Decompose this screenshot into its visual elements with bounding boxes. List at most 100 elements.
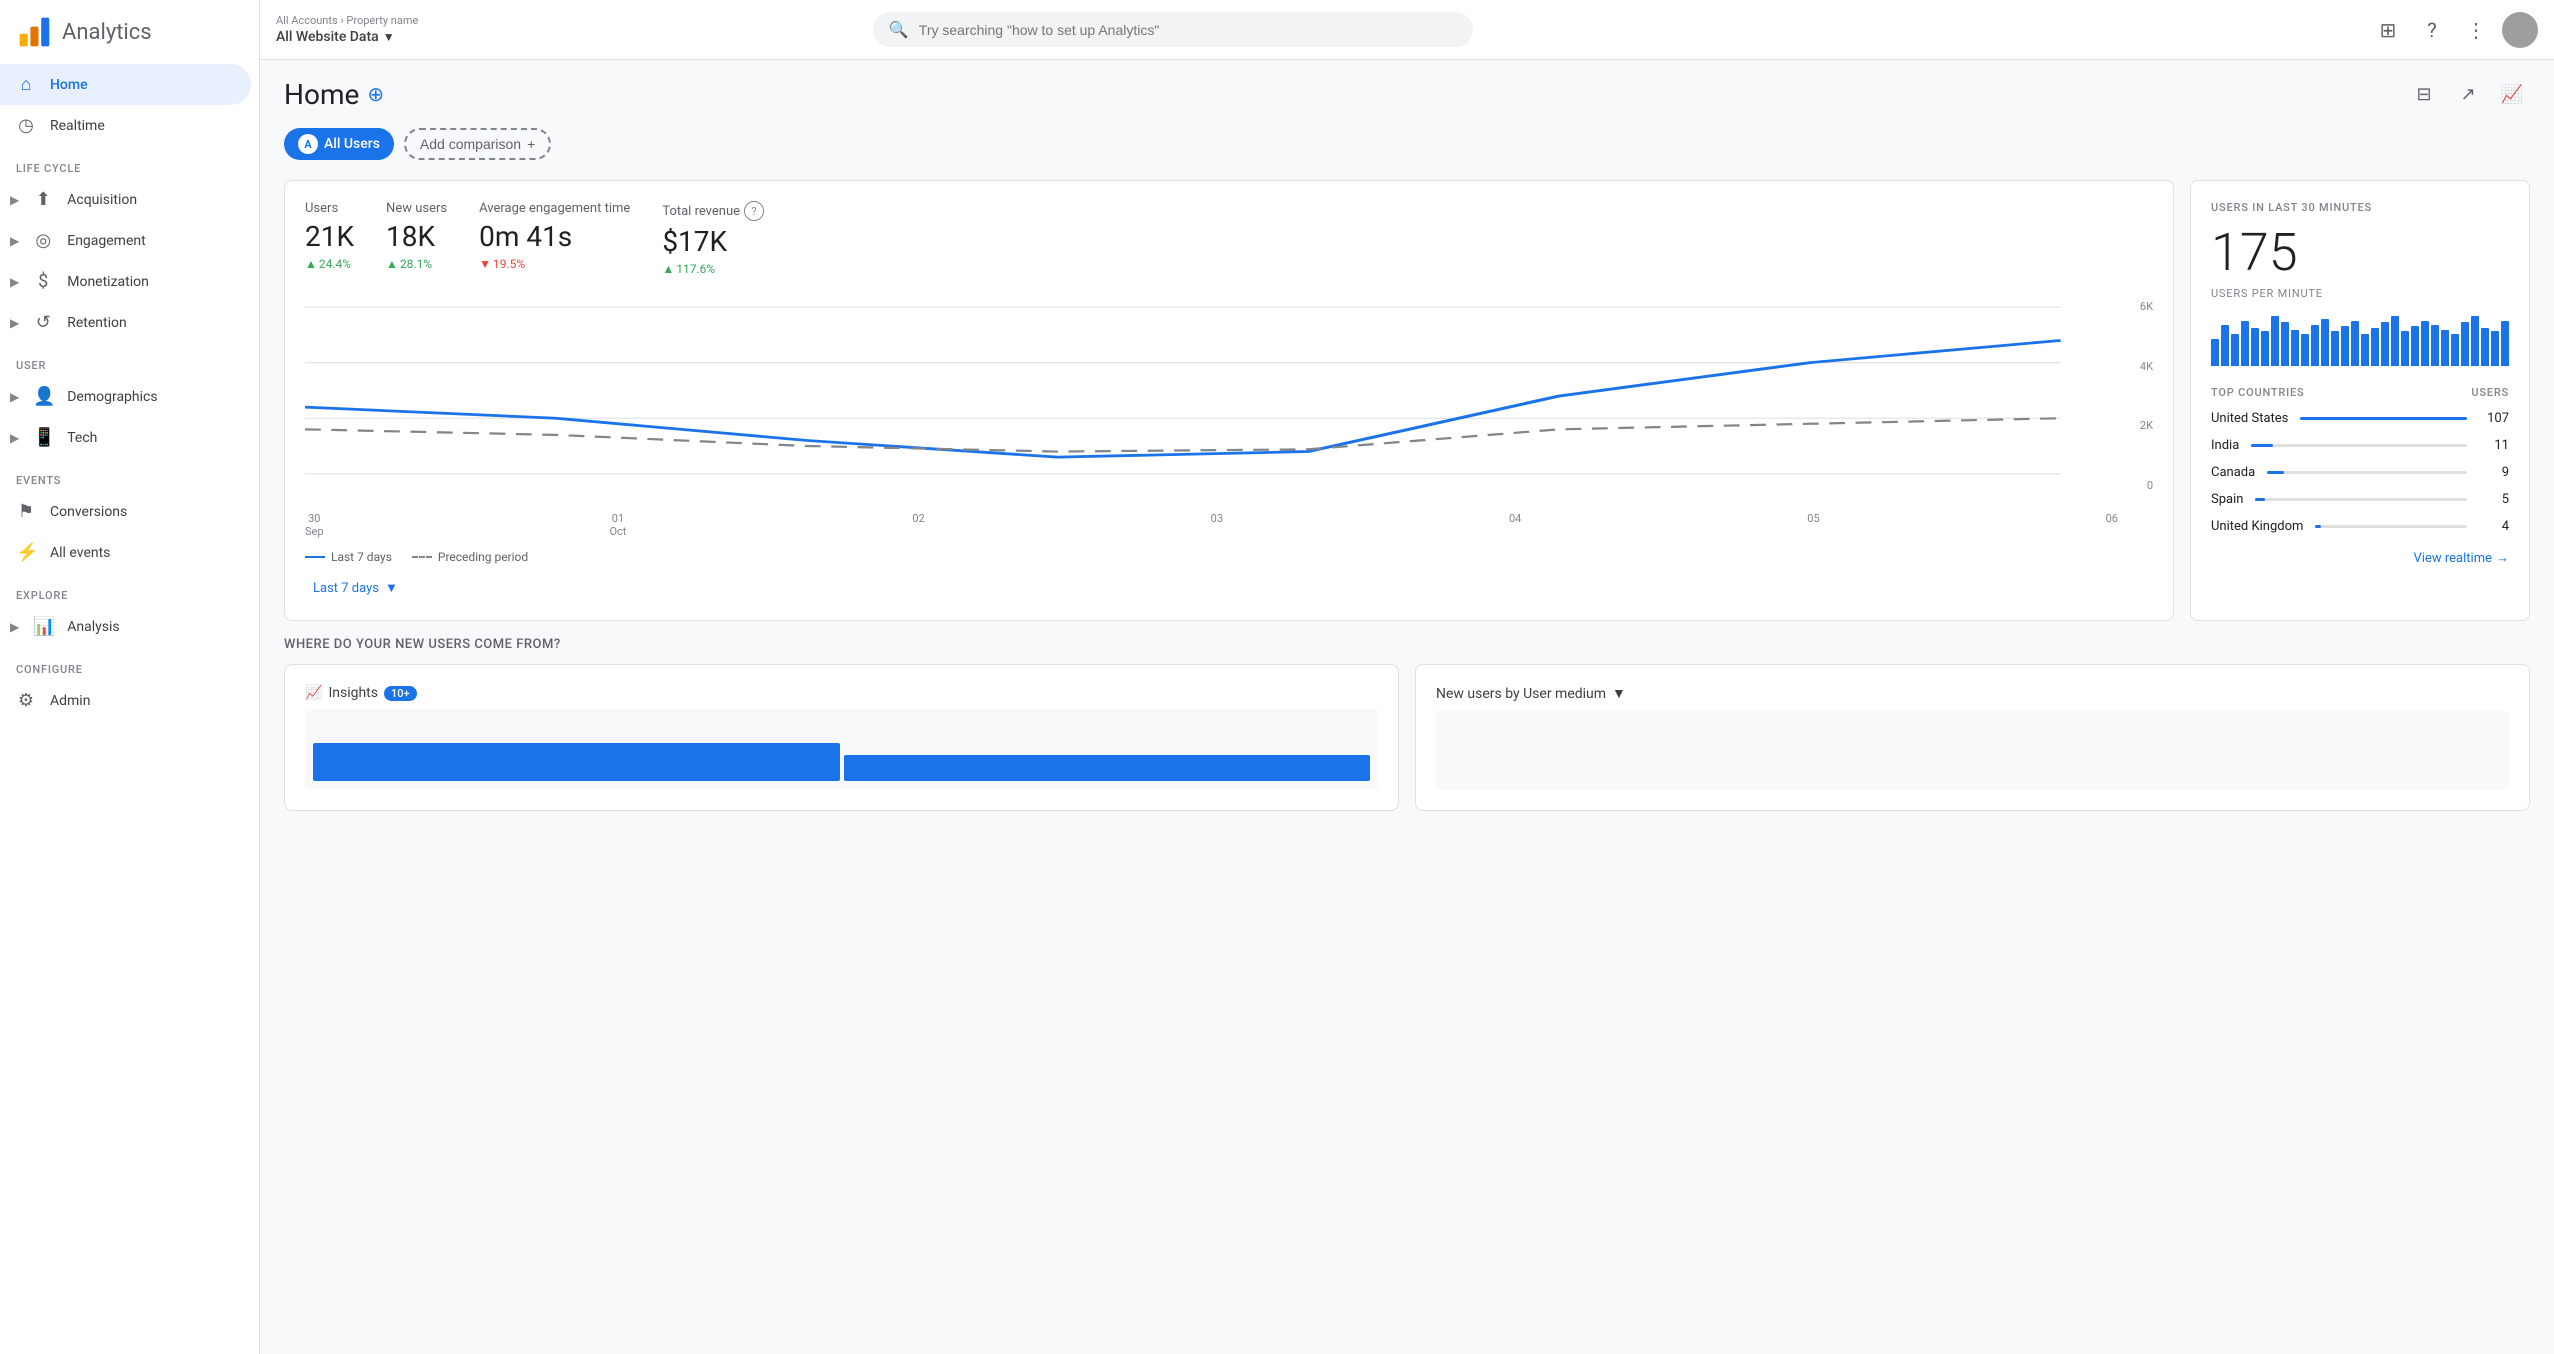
date-range-selector[interactable]: Last 7 days ▼ bbox=[305, 576, 2153, 600]
country-name: Canada bbox=[2211, 465, 2255, 480]
stat-avg-engagement-change: ▼ 19.5% bbox=[479, 257, 630, 271]
mini-bar-item bbox=[2321, 319, 2329, 366]
share-button[interactable]: ↗ bbox=[2450, 76, 2486, 112]
view-realtime-link[interactable]: View realtime → bbox=[2211, 550, 2509, 566]
date-range-label: Last 7 days bbox=[313, 581, 379, 596]
grid-menu-button[interactable]: ⊞ bbox=[2370, 12, 2406, 48]
legend-dashed-line bbox=[412, 556, 432, 558]
x-label-oct01: 01 Oct bbox=[609, 512, 626, 538]
revenue-help-icon[interactable]: ? bbox=[744, 201, 764, 221]
sidebar-item-conversions[interactable]: ⚑ Conversions bbox=[0, 491, 251, 532]
legend-last7: Last 7 days bbox=[305, 550, 392, 564]
y-label-6k: 6K bbox=[2118, 300, 2153, 313]
stat-total-revenue-change: ▲ 117.6% bbox=[662, 262, 764, 276]
events-section-label: EVENTS bbox=[0, 458, 259, 491]
users-col-label: USERS bbox=[2471, 386, 2509, 399]
share-icon: ↗ bbox=[2460, 84, 2475, 105]
add-comparison-button[interactable]: Add comparison + bbox=[404, 128, 551, 160]
mini-bar-item bbox=[2391, 316, 2399, 366]
page-header-actions: ⊟ ↗ 📈 bbox=[2406, 76, 2530, 112]
sidebar-item-monetization[interactable]: ▶ $ Monetization bbox=[0, 261, 251, 302]
mini-bar-item bbox=[2331, 331, 2339, 366]
sidebar-conversions-label: Conversions bbox=[50, 504, 235, 520]
all-users-avatar: A bbox=[298, 134, 318, 154]
search-input[interactable] bbox=[919, 22, 1457, 38]
realtime-count: 175 bbox=[2211, 222, 2509, 283]
stat-new-users-value: 18K bbox=[386, 220, 447, 253]
mini-bar-item bbox=[2381, 322, 2389, 366]
country-count: 11 bbox=[2479, 438, 2509, 453]
realtime-icon: ◷ bbox=[16, 115, 36, 136]
mini-bar-item bbox=[2291, 330, 2299, 366]
search-icon: 🔍 bbox=[889, 20, 909, 39]
add-icon: + bbox=[527, 136, 535, 152]
chart-svg bbox=[305, 296, 2153, 496]
avatar[interactable] bbox=[2502, 12, 2538, 48]
mini-bar-item bbox=[2361, 334, 2369, 366]
help-button[interactable]: ? bbox=[2414, 12, 2450, 48]
realtime-title: USERS IN LAST 30 MINUTES bbox=[2211, 201, 2509, 214]
insights-chart-icon: 📈 bbox=[305, 685, 322, 701]
insights-button[interactable]: 📈 bbox=[2494, 76, 2530, 112]
stat-users-label: Users bbox=[305, 201, 354, 216]
country-row: Canada 9 bbox=[2211, 465, 2509, 480]
sidebar-item-admin[interactable]: ⚙ Admin bbox=[0, 680, 251, 721]
customize-dashboard-button[interactable]: ⊟ bbox=[2406, 76, 2442, 112]
engagement-icon: ◎ bbox=[33, 230, 53, 251]
property-name: All Website Data bbox=[276, 29, 379, 45]
y-label-0: 0 bbox=[2118, 479, 2153, 492]
app-logo[interactable]: Analytics bbox=[0, 0, 259, 64]
mini-bar-item bbox=[2311, 325, 2319, 366]
new-users-card-title: New users by User medium ▼ bbox=[1436, 685, 2509, 702]
stat-users: Users 21K ▲ 24.4% bbox=[305, 201, 354, 276]
stat-total-revenue-change-value: 117.6% bbox=[676, 262, 715, 276]
country-row: United States 107 bbox=[2211, 411, 2509, 426]
sidebar-item-engagement[interactable]: ▶ ◎ Engagement bbox=[0, 220, 251, 261]
dashboard-grid: Users 21K ▲ 24.4% New users 18K ▲ bbox=[284, 180, 2530, 621]
stat-total-revenue-value: $17K bbox=[662, 225, 764, 258]
stat-users-change-value: 24.4% bbox=[319, 257, 351, 271]
sidebar-item-home[interactable]: ⌂ Home bbox=[0, 64, 251, 105]
sidebar-item-acquisition[interactable]: ▶ ⬆ Acquisition bbox=[0, 179, 251, 220]
stats-section: Users 21K ▲ 24.4% New users 18K ▲ bbox=[285, 181, 2173, 620]
country-bar bbox=[2267, 471, 2284, 474]
help-icon: ? bbox=[2427, 18, 2436, 42]
new-users-chart-preview bbox=[1436, 710, 2509, 790]
sidebar-analysis-label: Analysis bbox=[67, 619, 235, 635]
sidebar-item-all-events[interactable]: ⚡ All events bbox=[0, 532, 251, 573]
where-from-title: WHERE DO YOUR NEW USERS COME FROM? bbox=[284, 637, 2530, 652]
monetization-icon: $ bbox=[33, 271, 53, 292]
acquisition-icon: ⬆ bbox=[33, 189, 53, 210]
sidebar-item-retention[interactable]: ▶ ↺ Retention bbox=[0, 302, 251, 343]
page-title-icon: ⊕ bbox=[367, 82, 384, 106]
mini-bar-item bbox=[2231, 334, 2239, 366]
sidebar-item-analysis[interactable]: ▶ 📊 Analysis bbox=[0, 606, 251, 647]
country-bar bbox=[2300, 417, 2467, 420]
user-section-label: USER bbox=[0, 343, 259, 376]
legend-last7-label: Last 7 days bbox=[331, 550, 392, 564]
sidebar-item-tech[interactable]: ▶ 📱 Tech bbox=[0, 417, 251, 458]
insights-badge: 10+ bbox=[384, 686, 417, 701]
mini-bar-item bbox=[2491, 331, 2499, 366]
country-row: Spain 5 bbox=[2211, 492, 2509, 507]
main-area: All Accounts › Property name All Website… bbox=[260, 0, 2554, 1354]
conversions-icon: ⚑ bbox=[16, 501, 36, 522]
stats-row: Users 21K ▲ 24.4% New users 18K ▲ bbox=[305, 201, 2153, 276]
mini-bar-item bbox=[2431, 325, 2439, 366]
mini-bar-item bbox=[2411, 326, 2419, 366]
all-users-chip[interactable]: A All Users bbox=[284, 128, 394, 160]
mini-bar-item bbox=[2371, 328, 2379, 366]
countries-section: TOP COUNTRIES USERS United States 107 In… bbox=[2211, 386, 2509, 534]
y-label-2k: 2K bbox=[2118, 419, 2153, 432]
new-users-card: New users by User medium ▼ bbox=[1415, 664, 2530, 811]
property-selector[interactable]: All Website Data ▼ bbox=[276, 29, 418, 45]
y-label-4k: 4K bbox=[2118, 360, 2153, 373]
more-options-button[interactable]: ⋮ bbox=[2458, 12, 2494, 48]
sidebar-item-demographics[interactable]: ▶ 👤 Demographics bbox=[0, 376, 251, 417]
country-bar-container bbox=[2251, 444, 2467, 447]
stat-total-revenue: Total revenue ? $17K ▲ 117.6% bbox=[662, 201, 764, 276]
sidebar-item-realtime[interactable]: ◷ Realtime bbox=[0, 105, 251, 146]
x-label-oct06: 06 bbox=[2106, 512, 2118, 538]
country-count: 107 bbox=[2479, 411, 2509, 426]
stat-avg-engagement-label: Average engagement time bbox=[479, 201, 630, 216]
